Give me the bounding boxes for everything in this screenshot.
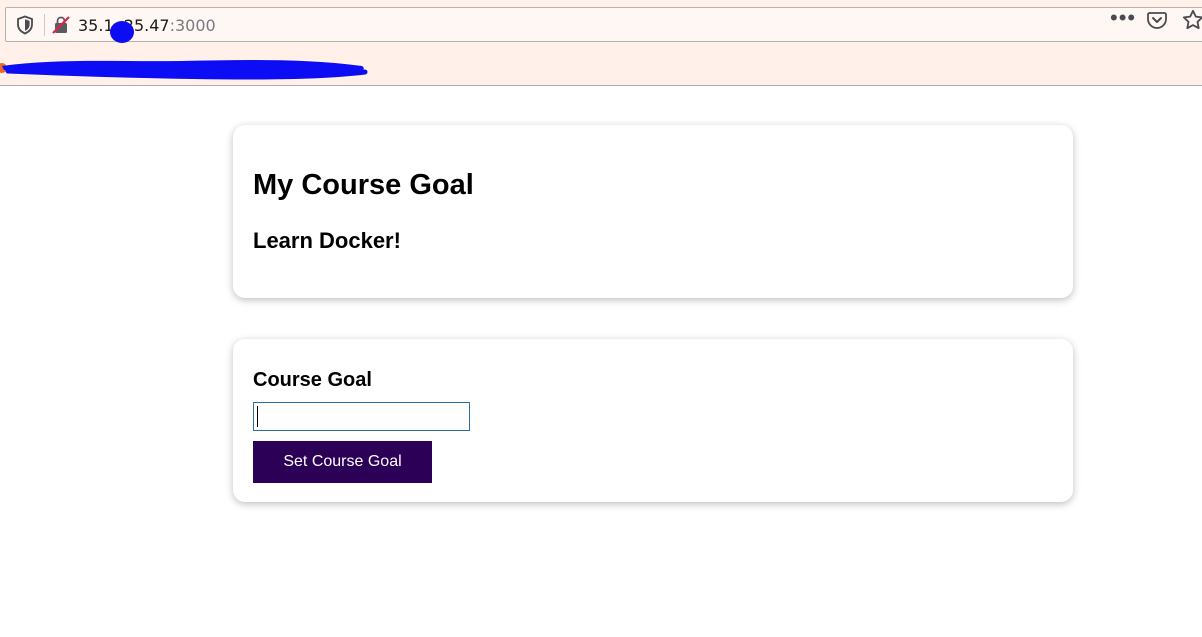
url-port: :3000 <box>169 16 216 35</box>
ellipsis-icon[interactable]: ••• <box>1110 7 1136 29</box>
course-goal-label: Course Goal <box>253 369 372 391</box>
urlbar-separator <box>44 14 45 36</box>
set-course-goal-button[interactable]: Set Course Goal <box>253 441 432 483</box>
redaction-scribble <box>0 60 368 80</box>
browser-toolbar: 35.1 .25.47:3000 ••• <box>0 0 1202 86</box>
redaction-mark <box>110 21 134 43</box>
pocket-icon[interactable] <box>1147 10 1167 30</box>
goal-form-card: Course Goal Set Course Goal <box>233 339 1073 502</box>
course-goal-card: My Course Goal Learn Docker! <box>233 125 1073 298</box>
star-icon[interactable] <box>1182 9 1202 31</box>
insecure-connection-icon[interactable] <box>52 16 70 34</box>
tracking-protection-shield-icon[interactable] <box>16 15 34 35</box>
address-bar[interactable]: 35.1 .25.47:3000 <box>5 7 1202 43</box>
course-goal-input[interactable] <box>253 402 470 431</box>
text-caret <box>257 406 258 427</box>
page-title: My Course Goal <box>253 169 474 201</box>
url-text[interactable]: 35.1 .25.47:3000 <box>78 16 216 35</box>
current-goal-text: Learn Docker! <box>253 228 401 253</box>
